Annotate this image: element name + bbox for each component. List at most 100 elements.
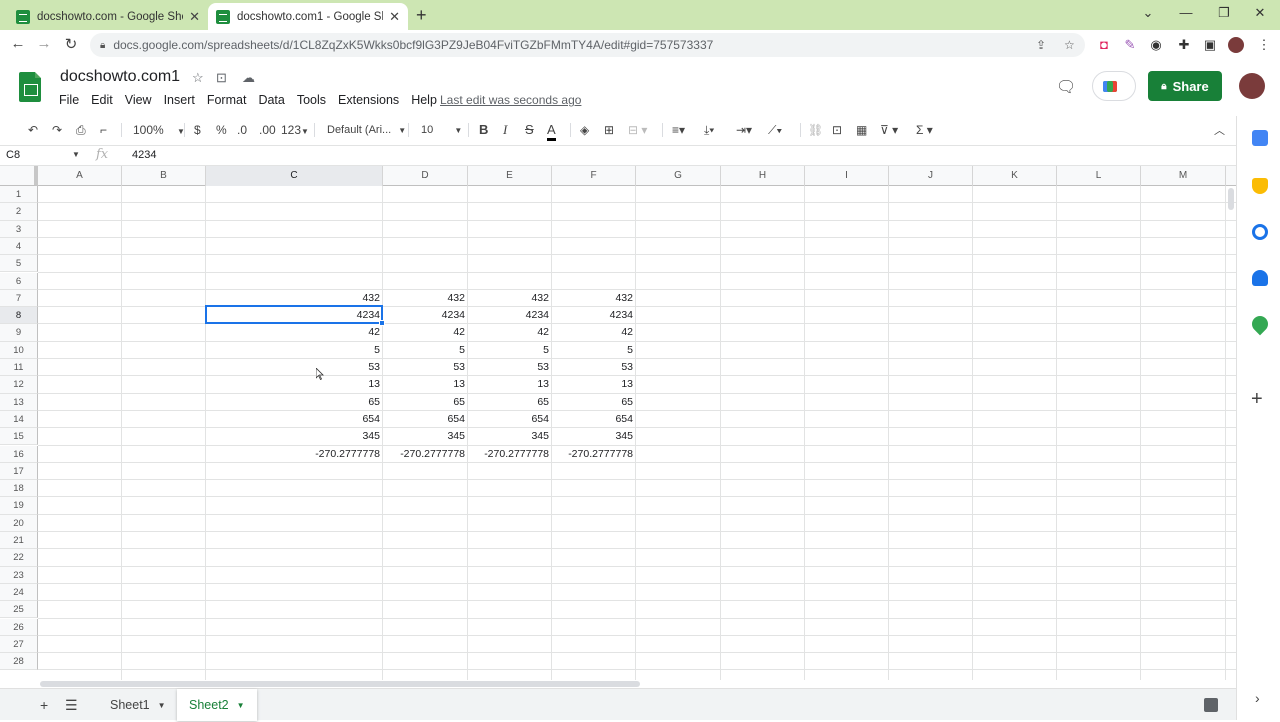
cell-d7[interactable]: 432	[383, 290, 468, 307]
row-header-22[interactable]: 22	[0, 549, 38, 567]
cell-e8[interactable]: 4234	[468, 307, 552, 324]
explore-icon[interactable]	[1204, 698, 1218, 712]
cell-c16[interactable]: -270.2777778	[206, 446, 383, 463]
share-button[interactable]: 🔒︎ Share	[1148, 71, 1222, 101]
formula-input[interactable]: 4234	[132, 149, 156, 161]
menu-insert[interactable]: Insert	[164, 93, 195, 107]
cell-f10[interactable]: 5	[552, 342, 636, 359]
row-header-4[interactable]: 4	[0, 237, 38, 256]
cell-c10[interactable]: 5	[206, 342, 383, 359]
meet-button[interactable]	[1092, 71, 1136, 101]
star-icon[interactable]: ☆	[192, 70, 204, 86]
row-header-12[interactable]: 12	[0, 376, 38, 394]
row-header-18[interactable]: 18	[0, 480, 38, 498]
cell-c9[interactable]: 42	[206, 324, 383, 341]
column-header-l[interactable]: L	[1057, 166, 1141, 186]
browser-tab-1[interactable]: docshowto.com - Google Sheets ✕	[8, 3, 208, 30]
row-header-23[interactable]: 23	[0, 566, 38, 584]
star-icon[interactable]: ☆	[1064, 38, 1075, 52]
italic-button[interactable]: I	[503, 122, 507, 138]
close-window-icon[interactable]: ✕	[1250, 5, 1270, 21]
row-header-28[interactable]: 28	[0, 653, 38, 671]
row-header-9[interactable]: 9	[0, 324, 38, 342]
keep-icon[interactable]	[1252, 178, 1268, 194]
close-icon[interactable]: ✕	[389, 9, 400, 25]
functions-icon[interactable]: Σ ▾	[916, 122, 933, 138]
insert-link-icon[interactable]: ⛓	[808, 122, 823, 138]
row-header-8[interactable]: 8	[0, 307, 38, 325]
cell-f14[interactable]: 654	[552, 411, 636, 428]
row-header-26[interactable]: 26	[0, 618, 38, 636]
cell-d13[interactable]: 65	[383, 394, 468, 411]
row-header-17[interactable]: 17	[0, 462, 38, 481]
cell-f8[interactable]: 4234	[552, 307, 636, 324]
filter-icon[interactable]: ⊽ ▾	[880, 122, 898, 138]
menu-data[interactable]: Data	[258, 93, 284, 107]
row-header-1[interactable]: 1	[0, 186, 38, 204]
scrollbar-thumb[interactable]	[1228, 188, 1234, 210]
percent-format-button[interactable]: %	[216, 122, 227, 138]
row-header-14[interactable]: 14	[0, 410, 38, 429]
row-header-13[interactable]: 13	[0, 393, 38, 411]
contacts-icon[interactable]	[1252, 270, 1268, 286]
menu-extensions[interactable]: Extensions	[338, 93, 399, 107]
cell-c14[interactable]: 654	[206, 411, 383, 428]
cell-e11[interactable]: 53	[468, 359, 552, 376]
back-icon[interactable]: ←	[8, 35, 28, 52]
new-tab-icon[interactable]: +	[416, 5, 427, 26]
undo-icon[interactable]: ↶	[28, 122, 38, 138]
move-folder-icon[interactable]: ⊡	[216, 70, 227, 86]
column-header-b[interactable]: B	[122, 166, 206, 186]
last-edit-link[interactable]: Last edit was seconds ago	[440, 93, 581, 107]
cell-e14[interactable]: 654	[468, 411, 552, 428]
font-size-select[interactable]: 10 ▼	[421, 122, 462, 138]
row-header-21[interactable]: 21	[0, 532, 38, 550]
cell-e9[interactable]: 42	[468, 324, 552, 341]
all-sheets-icon[interactable]: ☰	[65, 697, 78, 714]
scrollbar-thumb[interactable]	[40, 681, 640, 687]
text-color-button[interactable]: A	[547, 122, 556, 141]
avatar[interactable]	[1239, 73, 1265, 99]
color-picker-icon[interactable]: ◉	[1148, 37, 1164, 53]
extensions-puzzle-icon[interactable]: ✚	[1176, 37, 1192, 53]
side-panel-icon[interactable]: ▣	[1202, 37, 1218, 53]
more-formats-button[interactable]: 123▼	[281, 122, 309, 138]
row-header-2[interactable]: 2	[0, 203, 38, 221]
cell-f9[interactable]: 42	[552, 324, 636, 341]
menu-help[interactable]: Help	[411, 93, 437, 107]
column-header-c[interactable]: C	[206, 166, 383, 186]
decrease-decimal-button[interactable]: .0	[237, 122, 247, 138]
row-header-10[interactable]: 10	[0, 341, 38, 359]
menu-tools[interactable]: Tools	[297, 93, 326, 107]
column-header-h[interactable]: H	[721, 166, 805, 186]
cell-c12[interactable]: 13	[206, 376, 383, 393]
forward-icon[interactable]: →	[34, 35, 54, 52]
cell-e7[interactable]: 432	[468, 290, 552, 307]
name-box[interactable]: C8	[6, 149, 20, 161]
borders-icon[interactable]: ⊞	[604, 122, 614, 138]
document-title[interactable]: docshowto.com1	[60, 68, 180, 86]
cell-e15[interactable]: 345	[468, 428, 552, 445]
row-header-25[interactable]: 25	[0, 601, 38, 619]
cell-c11[interactable]: 53	[206, 359, 383, 376]
menu-file[interactable]: File	[59, 93, 79, 107]
cell-d11[interactable]: 53	[383, 359, 468, 376]
close-icon[interactable]: ✕	[189, 9, 200, 25]
add-addon-icon[interactable]: +	[1251, 388, 1263, 411]
menu-view[interactable]: View	[125, 93, 152, 107]
row-header-7[interactable]: 7	[0, 289, 38, 308]
cell-d14[interactable]: 654	[383, 411, 468, 428]
column-header-d[interactable]: D	[383, 166, 468, 186]
maximize-icon[interactable]: ❐	[1214, 5, 1234, 21]
column-header-j[interactable]: J	[889, 166, 973, 186]
column-header-g[interactable]: G	[636, 166, 721, 186]
row-header-20[interactable]: 20	[0, 514, 38, 532]
merge-cells-icon[interactable]: ⊟ ▾	[628, 122, 647, 138]
insert-chart-icon[interactable]: ▦	[856, 122, 867, 138]
row-header-24[interactable]: 24	[0, 583, 38, 602]
cell-d16[interactable]: -270.2777778	[383, 446, 468, 463]
strikethrough-button[interactable]: S	[525, 122, 534, 138]
collapse-toolbar-icon[interactable]: ︿	[1214, 122, 1225, 138]
cell-f13[interactable]: 65	[552, 394, 636, 411]
cell-area[interactable]: 432 432 432 432 4234 4234 4234 4234 42 42 42 42 5 5 5 5…	[38, 186, 1236, 680]
